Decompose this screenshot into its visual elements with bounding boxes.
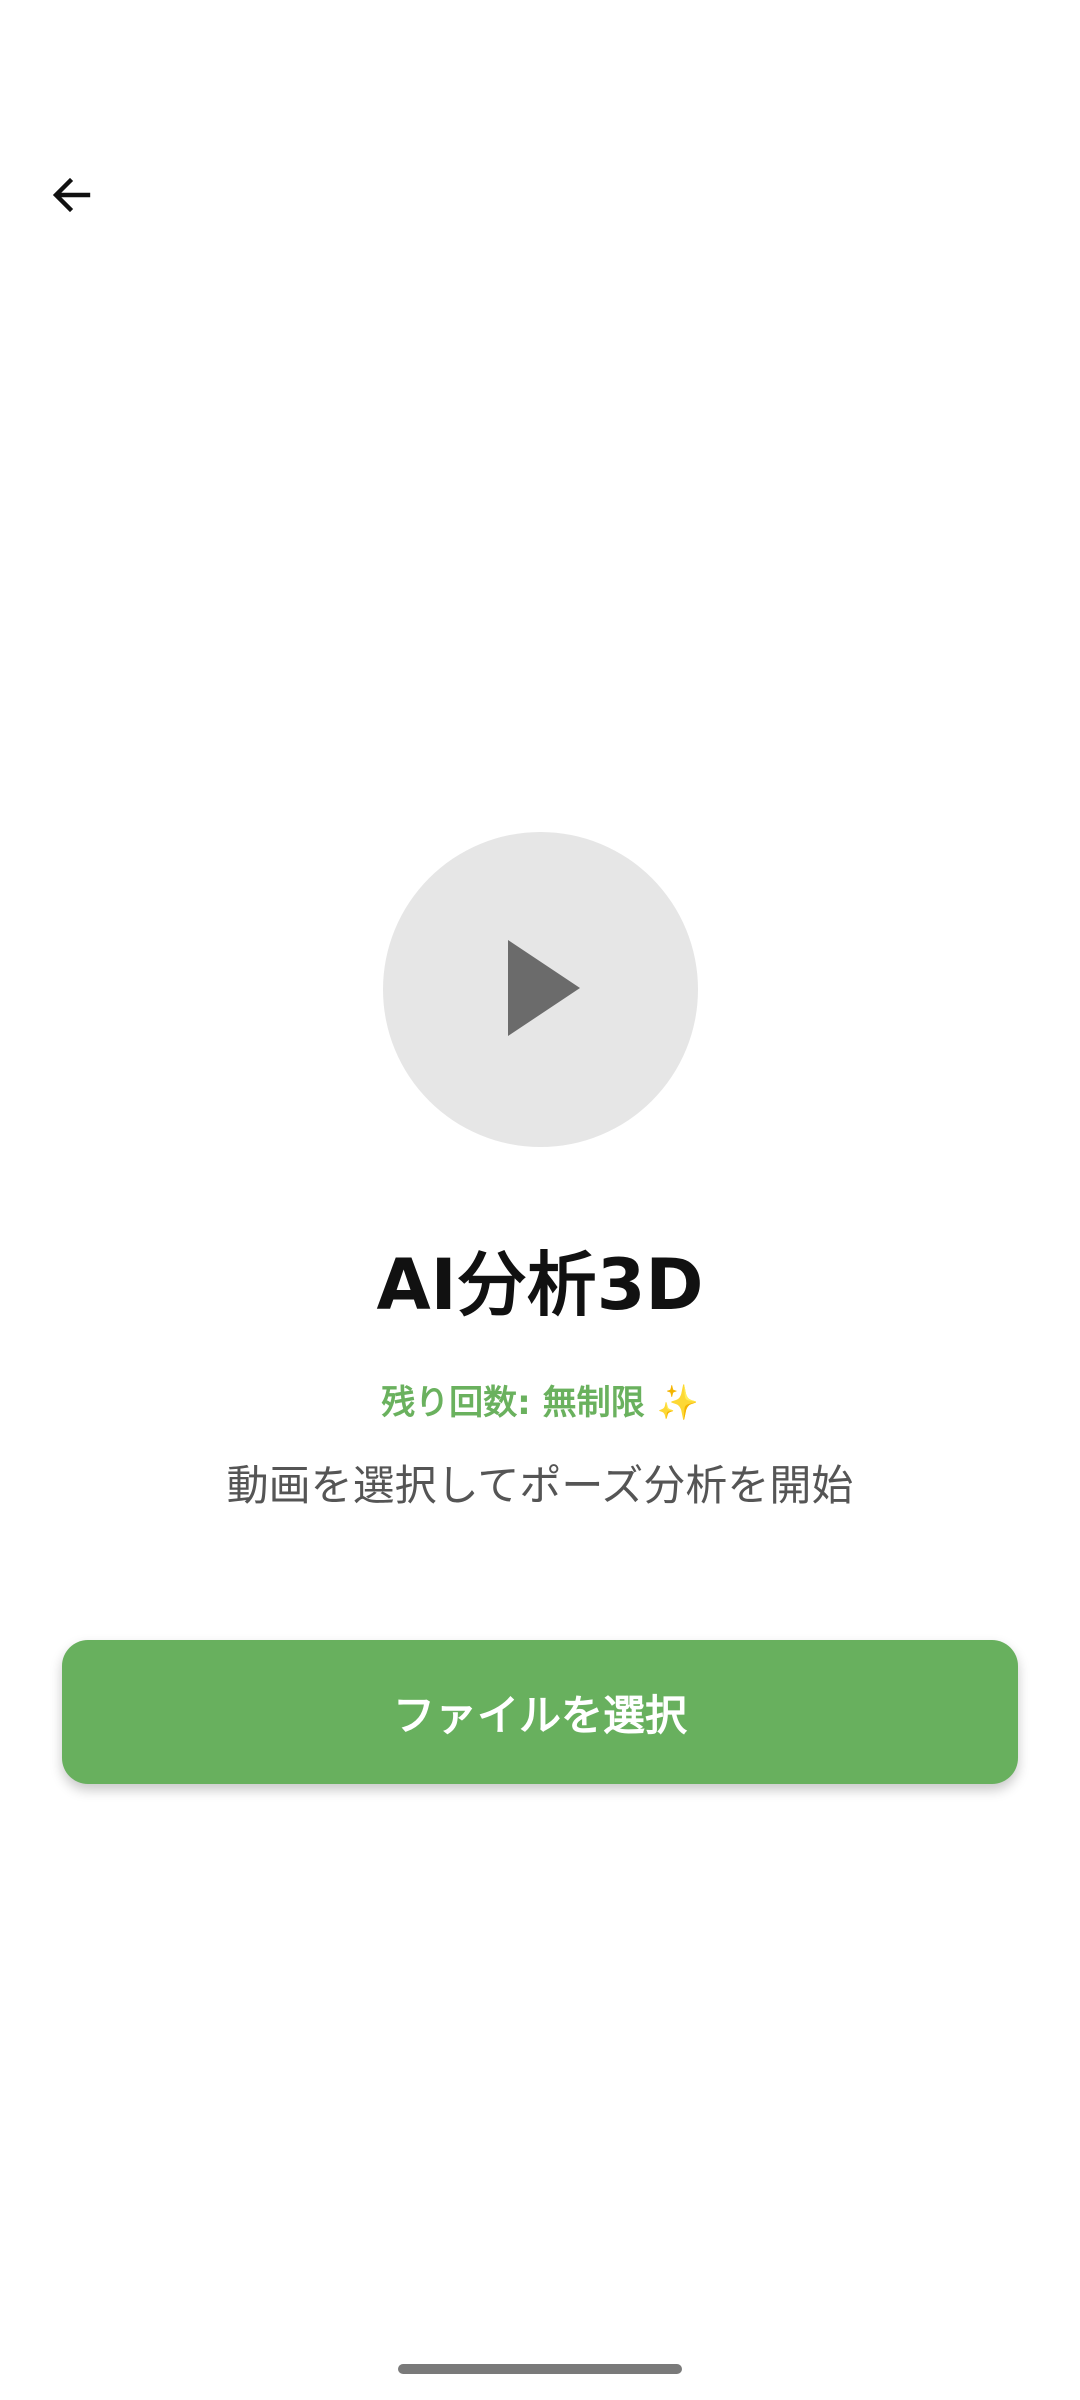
page-title: AI分析3D [376, 1244, 704, 1326]
page-subtitle: 動画を選択してポーズ分析を開始 [226, 1461, 854, 1510]
play-icon [494, 939, 588, 1040]
select-file-label: ファイルを選択 [392, 1690, 687, 1740]
sparkle-icon: ✨ [656, 1383, 699, 1423]
select-file-button[interactable]: ファイルを選択 [62, 1640, 1018, 1784]
back-button[interactable] [40, 165, 104, 229]
home-indicator[interactable] [398, 2364, 682, 2374]
remaining-label: 残り回数: 無制限 [381, 1383, 645, 1423]
remaining-count: 残り回数: 無制限 ✨ [0, 1378, 1080, 1428]
arrow-left-icon [48, 171, 96, 223]
video-placeholder [383, 832, 698, 1147]
